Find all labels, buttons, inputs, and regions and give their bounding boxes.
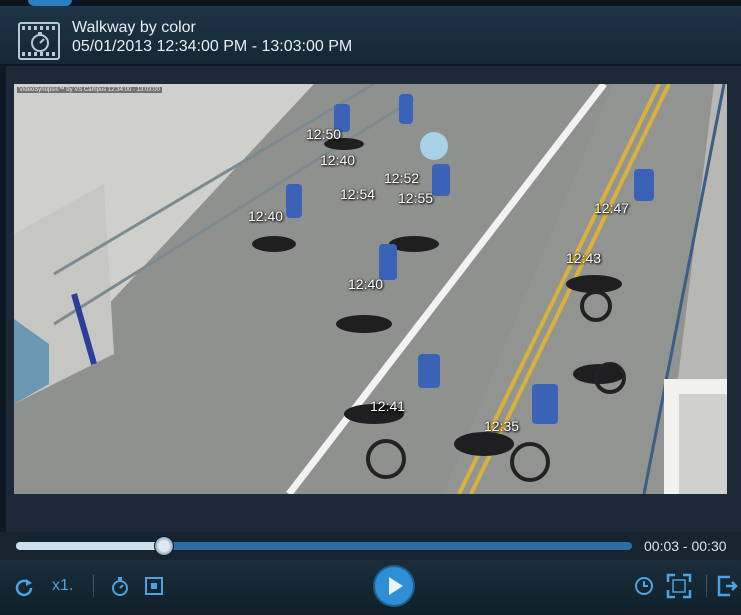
separator (93, 575, 94, 597)
speed-selector[interactable]: x1. (52, 577, 73, 595)
timestamp-label: 12:54 (340, 186, 376, 202)
timestamp-label: 12:40 (320, 152, 356, 168)
video-overlay-label: VideoSynopsis™ by VS Campus 12:34:00 - 1… (17, 87, 162, 93)
export-icon[interactable] (716, 574, 738, 598)
seek-fill (16, 542, 164, 550)
header-bar: Walkway by color 05/01/2013 12:34:00 PM … (0, 6, 741, 65)
seek-handle[interactable] (153, 536, 174, 556)
progress-bar: 00:03 - 00:30 (0, 532, 741, 560)
timestamp-label: 12:47 (594, 200, 630, 216)
timestamp-label: 12:41 (370, 398, 406, 414)
repeat-icon[interactable] (14, 577, 34, 597)
timestamp-label: 12:40 (248, 208, 284, 224)
video-panel-footer (6, 507, 741, 532)
snapshot-icon[interactable] (144, 576, 164, 596)
playback-range: 00:03 - 00:30 (644, 538, 727, 554)
timestamp-label: 12:43 (566, 250, 602, 266)
separator (706, 575, 707, 597)
timestamp-label: 12:35 (484, 418, 520, 434)
timestamp-label: 12:52 (384, 170, 420, 186)
timestamp-label: 12:50 (306, 126, 342, 142)
seek-track[interactable] (16, 536, 632, 556)
timestamp-label: 12:40 (348, 276, 384, 292)
control-bar: x1. (0, 560, 741, 615)
film-stopwatch-icon (18, 22, 60, 60)
play-button[interactable] (375, 567, 413, 605)
fullscreen-icon[interactable] (666, 573, 692, 599)
page-title: Walkway by color (72, 19, 196, 36)
clock-icon[interactable] (634, 576, 654, 596)
time-range-label: 05/01/2013 12:34:00 PM - 13:03:00 PM (72, 38, 353, 55)
video-frame[interactable]: VideoSynopsis™ by VS Campus 12:34:00 - 1… (14, 84, 727, 494)
timestamp-label: 12:55 (398, 190, 434, 206)
stopwatch-icon[interactable] (110, 576, 130, 598)
